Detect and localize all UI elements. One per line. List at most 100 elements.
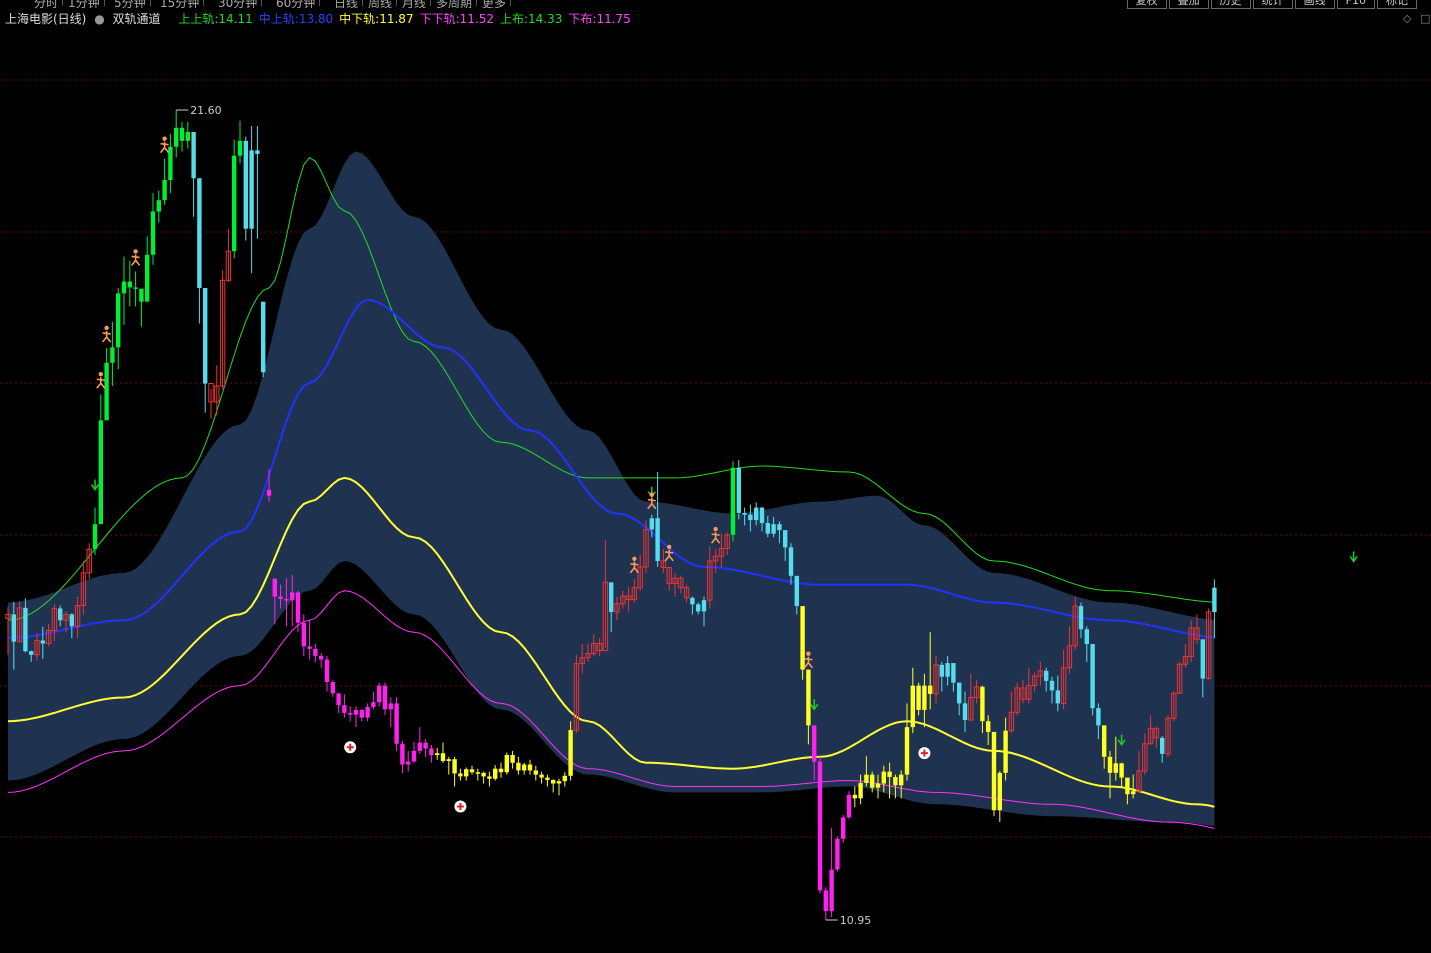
- candle-body: [916, 685, 921, 710]
- candle-body: [435, 753, 440, 756]
- candle-body: [655, 518, 660, 561]
- candle-body: [835, 838, 840, 870]
- candle-body: [255, 150, 260, 154]
- candle-body: [40, 640, 45, 644]
- runner-icon: [104, 325, 109, 331]
- candle-body: [243, 140, 248, 229]
- candle-body: [377, 685, 382, 703]
- candle-body: [771, 524, 776, 534]
- candle-body: [852, 794, 857, 799]
- candle-body: [272, 578, 277, 597]
- candle-body: [295, 592, 301, 623]
- candle-body: [388, 703, 393, 710]
- candle-body: [730, 467, 736, 535]
- candle-body: [910, 685, 915, 728]
- candle-body: [104, 362, 109, 421]
- candle-body: [121, 281, 127, 294]
- channel-band: [8, 151, 1215, 827]
- candle-body: [742, 512, 747, 515]
- candle-body: [962, 703, 968, 721]
- candle-body: [98, 420, 103, 525]
- candle-body: [951, 663, 956, 683]
- candle-body: [359, 709, 364, 718]
- candle-body: [191, 131, 196, 179]
- runner-icon: [101, 330, 112, 343]
- candle-body: [353, 709, 359, 715]
- candle-body: [365, 706, 370, 718]
- candle-body: [475, 772, 480, 774]
- candle-body: [899, 774, 904, 786]
- candle-body: [342, 705, 347, 713]
- candle-body: [237, 140, 243, 156]
- candle-body: [58, 608, 63, 621]
- candle-body: [545, 777, 550, 780]
- candle-body: [841, 817, 846, 839]
- candle-body: [997, 772, 1002, 811]
- candle-body: [986, 721, 991, 732]
- runner-icon: [162, 136, 167, 141]
- runner-icon: [713, 526, 718, 532]
- candle-body: [127, 281, 132, 288]
- candle-body: [991, 731, 997, 811]
- candle-body: [881, 771, 886, 784]
- candle-body: [864, 774, 869, 783]
- candle-body: [429, 748, 434, 756]
- candle-body: [498, 768, 504, 773]
- candle-body: [870, 774, 875, 788]
- candle-body: [1125, 777, 1130, 795]
- candle-body: [348, 712, 353, 715]
- kline-chart[interactable]: 21.60 10.95: [0, 0, 1431, 953]
- candle-body: [92, 524, 98, 550]
- candle-body: [690, 597, 695, 605]
- candle-body: [400, 743, 405, 765]
- candle-body: [1096, 708, 1101, 726]
- candle-body: [904, 727, 910, 775]
- candle-body: [980, 686, 985, 722]
- candle-body: [261, 301, 266, 373]
- candle-body: [957, 682, 962, 704]
- candle-body: [783, 530, 788, 548]
- runner-icon: [806, 651, 811, 656]
- candle-body: [458, 773, 463, 777]
- candle-body: [162, 180, 167, 201]
- candle-body: [1049, 680, 1055, 691]
- candle-body: [1044, 670, 1049, 681]
- candle-body: [440, 753, 446, 761]
- candle-body: [754, 507, 759, 521]
- candle-body: [504, 755, 509, 773]
- candle-body: [464, 769, 469, 777]
- candle-body: [748, 514, 753, 521]
- candle-body: [406, 761, 411, 765]
- candle-body: [1090, 644, 1095, 709]
- runner-icon: [649, 492, 654, 497]
- candle-body: [423, 742, 428, 749]
- candle-body: [203, 288, 208, 384]
- candle-body: [1107, 756, 1113, 773]
- candle-body: [133, 287, 138, 289]
- candle-body: [829, 869, 834, 912]
- candle-body: [185, 131, 190, 141]
- candle-body: [266, 489, 272, 496]
- candle-body: [551, 779, 556, 784]
- candle-body: [452, 759, 457, 774]
- candle-body: [1119, 763, 1124, 778]
- candle-body: [301, 622, 306, 647]
- runner-icon: [130, 254, 141, 266]
- candle-body: [446, 759, 451, 761]
- candle-body: [324, 659, 330, 683]
- candle-body: [145, 254, 150, 302]
- candle-body: [1003, 730, 1008, 773]
- candle-body: [249, 150, 254, 229]
- runner-icon: [632, 556, 637, 561]
- candle-body: [23, 607, 28, 652]
- candle-body: [846, 794, 852, 818]
- candle-body: [330, 682, 335, 694]
- runner-icon: [133, 249, 138, 254]
- candle-body: [232, 155, 237, 252]
- candle-body: [139, 288, 144, 302]
- candle-body: [696, 604, 701, 612]
- candle-body: [417, 742, 422, 751]
- candle-body: [939, 664, 944, 677]
- candle-body: [945, 663, 950, 677]
- candle-body: [29, 651, 34, 655]
